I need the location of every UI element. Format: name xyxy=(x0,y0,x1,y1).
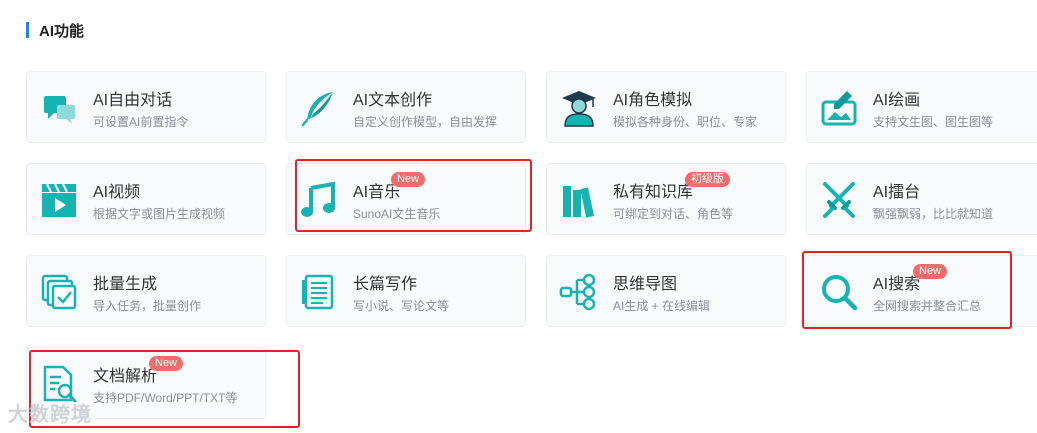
card-knowledge-base[interactable]: 私有知识库 初级版 可绑定到对话、角色等 xyxy=(546,163,786,235)
card-desc: AI生成 + 在线编辑 xyxy=(613,299,711,313)
card-title: 私有知识库 xyxy=(613,184,694,201)
stacked-check-icon xyxy=(39,272,79,312)
card-desc: 可绑定到对话、角色等 xyxy=(613,207,734,221)
card-long-writing[interactable]: 长篇写作 写小说、写论文等 xyxy=(286,255,526,327)
new-badge: New xyxy=(913,264,948,279)
card-desc: SunoAI文生音乐 xyxy=(353,207,441,221)
version-badge: 初级版 xyxy=(685,172,730,187)
card-title: 批量生成 xyxy=(93,276,158,293)
books-icon xyxy=(559,180,599,220)
crossed-swords-icon xyxy=(819,180,859,220)
section-header: AI功能 xyxy=(26,20,84,40)
card-desc: 飘强飘弱，比比就知道 xyxy=(873,207,994,221)
magnifier-icon xyxy=(819,272,859,312)
card-title: 思维导图 xyxy=(613,276,678,293)
document-lines-icon xyxy=(299,272,339,312)
card-ai-music[interactable]: AI音乐 New SunoAI文生音乐 xyxy=(286,163,526,235)
card-batch-generate[interactable]: 批量生成 导入任务，批量创作 xyxy=(26,255,266,327)
card-desc: 根据文字或图片生成视频 xyxy=(93,207,226,221)
feather-quill-icon xyxy=(299,88,339,128)
graduate-avatar-icon xyxy=(559,88,599,128)
card-desc: 支持文生图、图生图等 xyxy=(873,115,994,129)
card-desc: 支持PDF/Word/PPT/TXT等 xyxy=(93,391,238,405)
card-mind-map[interactable]: 思维导图 AI生成 + 在线编辑 xyxy=(546,255,786,327)
card-title: AI绘画 xyxy=(873,92,921,109)
card-title: AI角色模拟 xyxy=(613,92,693,109)
card-desc: 模拟各种身份、职位、专家 xyxy=(613,115,758,129)
paint-brush-canvas-icon xyxy=(819,88,859,128)
card-desc: 自定义创作模型，自由发挥 xyxy=(353,115,498,129)
section-title: AI功能 xyxy=(39,22,85,40)
clapperboard-play-icon xyxy=(39,180,79,220)
card-ai-video[interactable]: AI视频 根据文字或图片生成视频 xyxy=(26,163,266,235)
card-desc: 全网搜索并整合汇总 xyxy=(873,299,982,313)
card-title: AI自由对话 xyxy=(93,92,173,109)
new-badge: New xyxy=(391,172,426,187)
card-desc: 可设置AI前置指令 xyxy=(93,115,189,129)
chat-bubbles-icon xyxy=(39,88,79,128)
music-note-icon xyxy=(299,180,339,220)
section-accent-bar xyxy=(26,22,29,38)
card-title: AI擂台 xyxy=(873,184,921,201)
watermark-text: 大数跨境 xyxy=(8,404,92,426)
mind-map-icon xyxy=(559,272,599,312)
card-ai-roleplay[interactable]: AI角色模拟 模拟各种身份、职位、专家 xyxy=(546,71,786,143)
card-ai-arena[interactable]: AI擂台 飘强飘弱，比比就知道 xyxy=(806,163,1037,235)
card-ai-painting[interactable]: AI绘画 支持文生图、图生图等 xyxy=(806,71,1037,143)
card-ai-chat[interactable]: AI自由对话 可设置AI前置指令 xyxy=(26,71,266,143)
card-ai-writing[interactable]: AI文本创作 自定义创作模型，自由发挥 xyxy=(286,71,526,143)
card-title: AI文本创作 xyxy=(353,92,433,109)
card-title: 长篇写作 xyxy=(353,276,418,293)
card-ai-search[interactable]: AI搜索 New 全网搜索并整合汇总 xyxy=(806,255,1037,327)
card-title: 文档解析 xyxy=(93,368,158,385)
card-title: AI视频 xyxy=(93,184,141,201)
new-badge: New xyxy=(149,356,184,371)
card-desc: 导入任务，批量创作 xyxy=(93,299,202,313)
card-desc: 写小说、写论文等 xyxy=(353,299,450,313)
